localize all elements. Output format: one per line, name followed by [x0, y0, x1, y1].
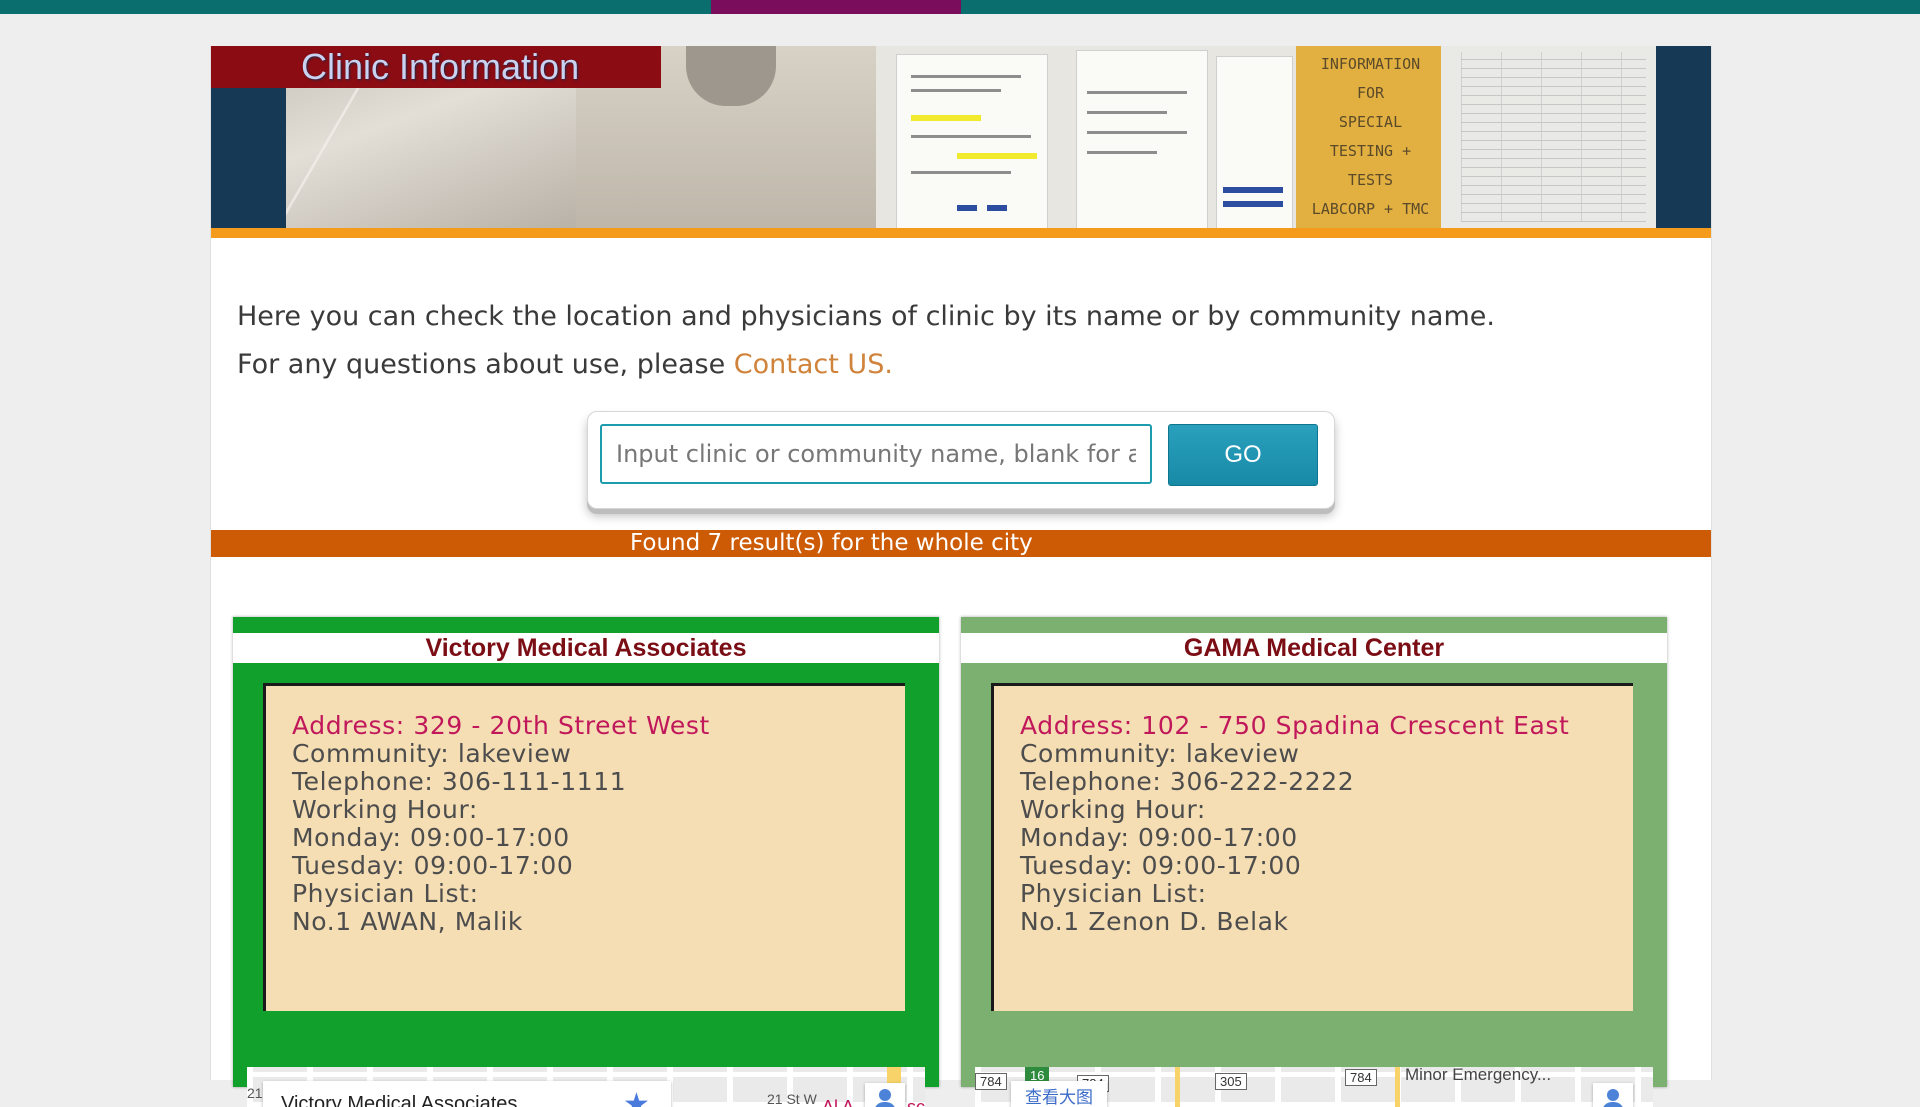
street-view-icon[interactable] — [865, 1083, 905, 1107]
top-bar-accent — [711, 0, 961, 14]
clinic-details: Address: 329 - 20th Street West Communit… — [263, 683, 905, 1011]
banner-title-box: Clinic Information — [211, 46, 661, 88]
hours-monday: Monday: 09:00-17:00 — [292, 823, 570, 852]
search-panel: GO — [587, 411, 1335, 509]
map-place-name: Victory Medical Associates — [281, 1093, 518, 1107]
clinic-map[interactable]: 21 21 St W Al A sc Victory Medical Assoc… — [247, 1067, 925, 1107]
hours-monday: Monday: 09:00-17:00 — [1020, 823, 1298, 852]
clinic-address: Address: 102 - 750 Spadina Crescent East — [1020, 711, 1570, 740]
contact-us-link[interactable]: Contact US. — [734, 349, 893, 380]
clinic-name: GAMA Medical Center — [961, 633, 1667, 663]
clinic-telephone: Telephone: 306-222-2222 — [1020, 767, 1355, 796]
banner: INFORMATION FOR SPECIAL TESTING + TESTS … — [211, 46, 1711, 228]
physician-item: No.1 AWAN, Malik — [292, 907, 523, 936]
map-place-card[interactable]: Victory Medical Associates ★ — [263, 1081, 671, 1107]
clinic-address: Address: 329 - 20th Street West — [292, 711, 710, 740]
sticky-note: INFORMATION FOR SPECIAL TESTING + TESTS … — [1296, 46, 1441, 228]
clinic-card: GAMA Medical Center Address: 102 - 750 S… — [961, 617, 1667, 1107]
hours-tuesday: Tuesday: 09:00-17:00 — [1020, 851, 1302, 880]
hours-tuesday: Tuesday: 09:00-17:00 — [292, 851, 574, 880]
page-container: INFORMATION FOR SPECIAL TESTING + TESTS … — [210, 46, 1712, 1107]
intro-line-2: For any questions about use, please Cont… — [237, 349, 893, 380]
clinic-community: Community: lakeview — [1020, 739, 1300, 768]
physician-item: No.1 Zenon D. Belak — [1020, 907, 1289, 936]
clinic-name: Victory Medical Associates — [233, 633, 939, 663]
go-button[interactable]: GO — [1168, 424, 1318, 486]
star-icon[interactable]: ★ — [623, 1087, 650, 1107]
intro-line-1: Here you can check the location and phys… — [237, 301, 1495, 332]
working-hour-label: Working Hour: — [1020, 795, 1206, 824]
physician-list-label: Physician List: — [292, 879, 479, 908]
clinic-map[interactable]: Minor Emergency... 784 305 784 16 784 查看… — [975, 1067, 1653, 1107]
view-larger-map-button[interactable]: 查看大图 — [1011, 1081, 1107, 1107]
working-hour-label: Working Hour: — [292, 795, 478, 824]
banner-underline — [211, 228, 1711, 238]
intro-text: Here you can check the location and phys… — [237, 293, 1495, 389]
street-view-icon[interactable] — [1593, 1083, 1633, 1107]
search-input[interactable] — [600, 424, 1152, 484]
physician-list-label: Physician List: — [1020, 879, 1207, 908]
result-summary-bar: Found 7 result(s) for the whole city — [211, 530, 1711, 557]
result-summary: Found 7 result(s) for the whole city — [630, 530, 1033, 556]
page-title: Clinic Information — [301, 46, 580, 87]
clinic-telephone: Telephone: 306-111-1111 — [292, 767, 627, 796]
clinic-details: Address: 102 - 750 Spadina Crescent East… — [991, 683, 1633, 1011]
clinic-community: Community: lakeview — [292, 739, 572, 768]
clinic-card: Victory Medical Associates Address: 329 … — [233, 617, 939, 1107]
